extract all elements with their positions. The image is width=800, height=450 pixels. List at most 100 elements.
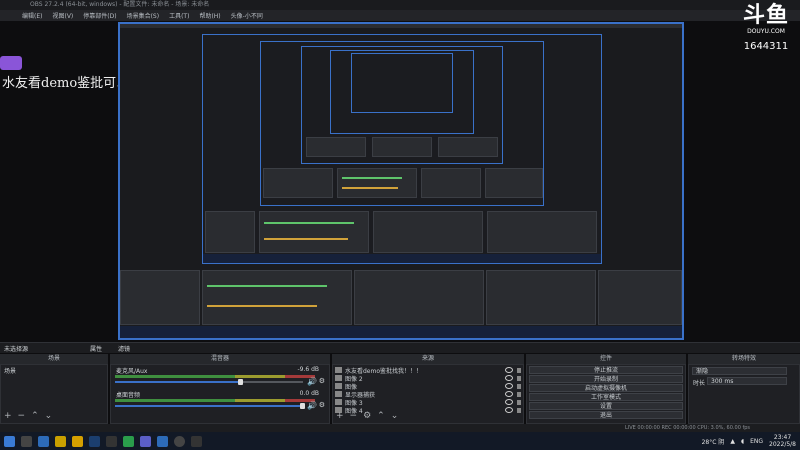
- channel-name: 麦克风/Aux: [116, 368, 148, 375]
- menu-item-help[interactable]: 帮助(H): [199, 11, 220, 20]
- eye-icon[interactable]: [505, 367, 513, 373]
- scenes-dock-title: 场景: [0, 354, 108, 364]
- image-icon: [335, 383, 342, 389]
- eye-icon[interactable]: [505, 375, 513, 381]
- nested-preview-5: [351, 53, 453, 113]
- nested-preview-1: [202, 34, 602, 264]
- settings-button[interactable]: 设置: [529, 402, 683, 410]
- down-icon[interactable]: ⌄: [391, 411, 399, 421]
- weather-label[interactable]: 28°C 阴: [702, 437, 725, 446]
- date-label: 2022/5/8: [769, 441, 796, 448]
- clock[interactable]: 23:47 2022/5/8: [769, 434, 796, 448]
- window-title: OBS 27.2.4 (64-bit, windows) - 配置文件: 未命名…: [0, 0, 800, 10]
- channel-name: 桌面音频: [116, 392, 141, 399]
- menu-item-edit[interactable]: 编辑(E): [22, 11, 42, 20]
- source-item[interactable]: 图像 3: [335, 398, 521, 407]
- douyu-icon[interactable]: [72, 435, 83, 447]
- filters-button[interactable]: 滤镜: [118, 344, 130, 353]
- down-icon[interactable]: ⌄: [45, 411, 53, 421]
- remove-icon[interactable]: −: [350, 411, 358, 421]
- menu-item-scene-collection[interactable]: 场景集合(S): [127, 11, 160, 20]
- gear-icon[interactable]: ⚙: [363, 411, 371, 421]
- volume-icon[interactable]: ◖: [741, 438, 744, 445]
- source-item[interactable]: 图像 2: [335, 374, 521, 383]
- scenes-dock: 场景 + − ⌃ ⌄: [0, 364, 108, 424]
- nested-taskbar: [120, 326, 682, 338]
- explorer-icon[interactable]: [55, 435, 66, 447]
- add-icon[interactable]: +: [4, 411, 12, 421]
- transition-select[interactable]: 渐隐: [692, 367, 787, 375]
- up-icon[interactable]: ⌃: [31, 411, 39, 421]
- up-icon[interactable]: ⌃: [377, 411, 385, 421]
- nested-panel: [205, 211, 255, 253]
- menu-item-view[interactable]: 视图(V): [52, 11, 73, 20]
- stop-streaming-button[interactable]: 停止推流: [529, 366, 683, 374]
- lock-icon[interactable]: [517, 367, 521, 373]
- status-bar: LIVE 00:00:00 REC 00:00:00 CPU: 3.0%, 60…: [0, 424, 800, 432]
- windows-start-icon[interactable]: [4, 435, 15, 447]
- start-recording-button[interactable]: 开始录制: [529, 375, 683, 383]
- eye-icon[interactable]: [505, 391, 513, 397]
- teams-icon[interactable]: [140, 435, 151, 447]
- controls-dock: 停止推流 开始录制 启动虚拟摄像机 工作室模式 设置 退出: [526, 364, 686, 424]
- edge-icon[interactable]: [38, 435, 49, 447]
- duration-input[interactable]: 300 ms: [707, 377, 787, 385]
- douyu-domain: DOUYU.COM: [747, 28, 785, 35]
- nested-scenes-panel: [120, 270, 200, 325]
- menu-item-docks[interactable]: 停靠部件(D): [83, 11, 116, 20]
- speaker-icon[interactable]: 🔊: [307, 401, 317, 410]
- eye-icon[interactable]: [505, 383, 513, 389]
- nested-preview-3: [301, 46, 503, 164]
- volume-knob[interactable]: [300, 403, 305, 409]
- gear-icon[interactable]: ⚙: [319, 401, 325, 409]
- studio-mode-button[interactable]: 工作室模式: [529, 393, 683, 401]
- lock-icon[interactable]: [517, 407, 521, 413]
- nested-meter: [207, 285, 327, 287]
- channel-db: 0.0 dB: [299, 390, 319, 397]
- gear-icon[interactable]: ⚙: [319, 377, 325, 385]
- volume-slider-fill[interactable]: [115, 405, 303, 407]
- nested-controls-panel: [486, 270, 596, 325]
- nested-preview-2: [260, 41, 544, 206]
- nested-meter: [264, 222, 354, 224]
- nested-panel: [337, 168, 417, 198]
- network-icon[interactable]: ▲: [730, 438, 735, 445]
- lock-icon[interactable]: [517, 391, 521, 397]
- volume-slider-track[interactable]: [241, 381, 303, 383]
- app-icon[interactable]: [157, 435, 168, 447]
- nested-panel: [372, 137, 432, 157]
- lock-icon[interactable]: [517, 383, 521, 389]
- volume-slider-fill[interactable]: [115, 381, 241, 383]
- sources-dock-title: 来源: [332, 354, 524, 364]
- language-indicator[interactable]: ENG: [750, 438, 763, 445]
- virtual-camera-button[interactable]: 启动虚拟摄像机: [529, 384, 683, 392]
- app-icon[interactable]: [106, 435, 117, 447]
- wechat-icon[interactable]: [123, 435, 134, 447]
- nested-panel: [306, 137, 366, 157]
- speaker-icon[interactable]: 🔊: [307, 377, 317, 386]
- search-icon[interactable]: [21, 435, 32, 447]
- context-bar: 未选择源 属性 滤镜: [0, 342, 800, 353]
- lock-icon[interactable]: [517, 399, 521, 405]
- add-icon[interactable]: +: [336, 411, 344, 421]
- nested-titlebar: [120, 24, 682, 28]
- obs-icon[interactable]: [174, 435, 185, 447]
- sources-toolbar: + − ⚙ ⌃ ⌄: [336, 411, 398, 421]
- scene-item[interactable]: 场景: [1, 366, 107, 375]
- eye-icon[interactable]: [505, 407, 513, 413]
- app-icon[interactable]: [191, 435, 202, 447]
- lock-icon[interactable]: [517, 375, 521, 381]
- properties-button[interactable]: 属性: [90, 344, 102, 353]
- exit-button[interactable]: 退出: [529, 411, 683, 419]
- douyu-watermark: 斗鱼 DOUYU.COM 1644311: [735, 4, 797, 53]
- menu-item-tools[interactable]: 工具(T): [169, 11, 189, 20]
- source-item[interactable]: 水友看demo鉴批找我！！！: [335, 366, 521, 375]
- steam-icon[interactable]: [89, 435, 100, 447]
- volume-knob[interactable]: [238, 379, 243, 385]
- remove-icon[interactable]: −: [18, 411, 26, 421]
- volume-meter: [115, 375, 315, 378]
- menu-item-profile[interactable]: 头像-小不同: [231, 11, 263, 20]
- eye-icon[interactable]: [505, 399, 513, 405]
- preview-canvas[interactable]: [118, 22, 684, 340]
- source-item[interactable]: 显示器捕获: [335, 390, 521, 399]
